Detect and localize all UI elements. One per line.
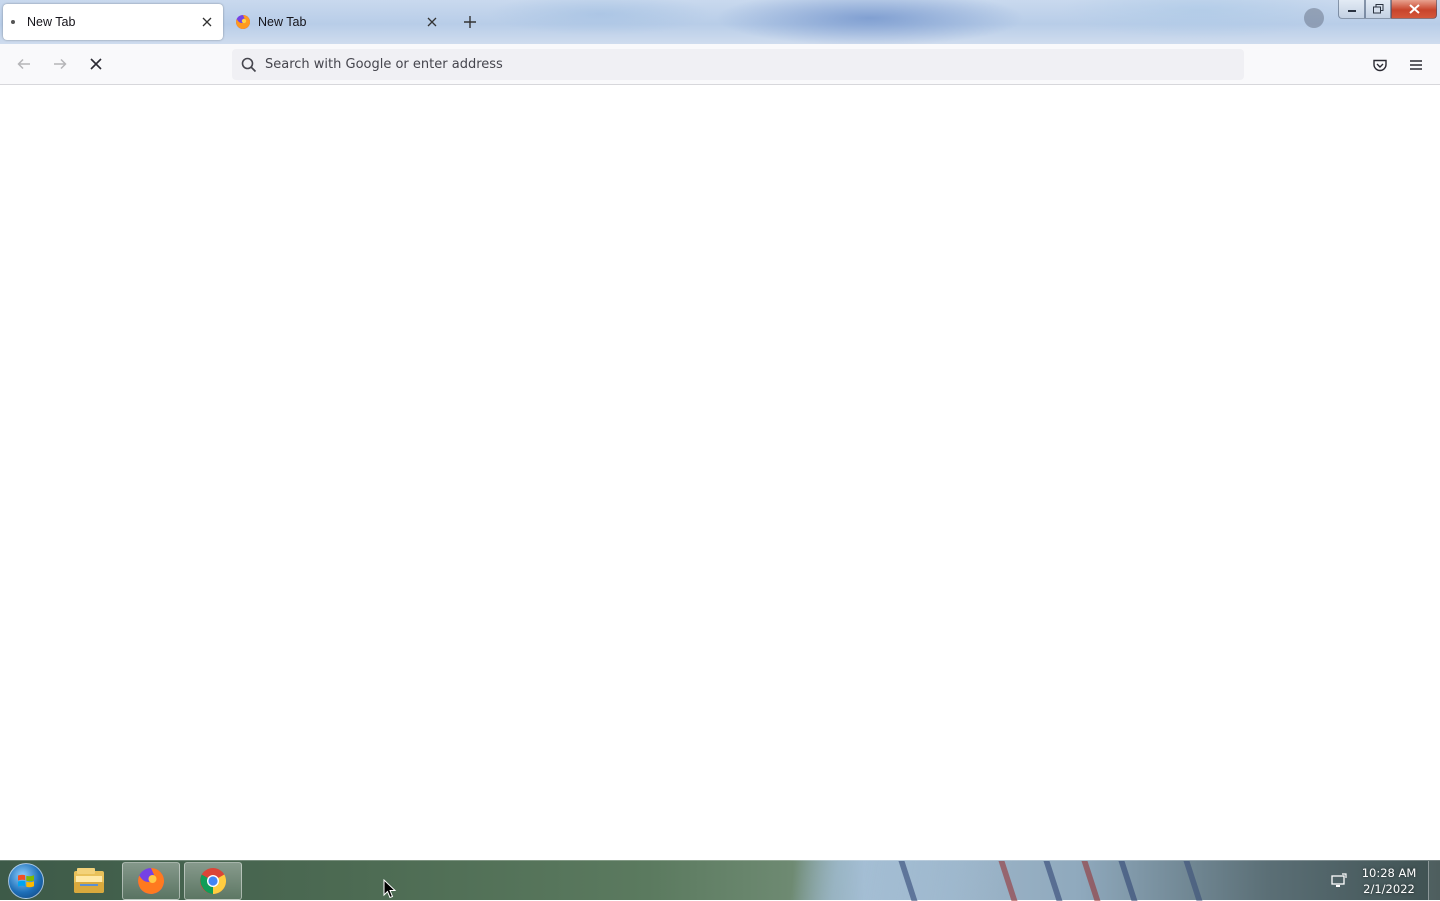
- plus-icon: [464, 16, 476, 28]
- folder-icon: [74, 868, 104, 893]
- address-bar[interactable]: [232, 49, 1244, 80]
- firefox-icon: [235, 14, 251, 30]
- tab-close-icon[interactable]: [422, 12, 442, 32]
- stop-x-icon: [90, 58, 102, 70]
- tab-new-tab[interactable]: New Tab: [228, 4, 448, 40]
- tab-label: New Tab: [27, 15, 76, 29]
- wallpaper-detail: [1081, 861, 1101, 901]
- restore-button[interactable]: [1365, 0, 1391, 19]
- wallpaper-detail: [1043, 861, 1063, 901]
- wallpaper-detail: [1118, 861, 1138, 901]
- address-input[interactable]: [265, 57, 1215, 72]
- windows-logo-icon: [8, 863, 44, 899]
- tab-strip: New Tab New Tab: [0, 0, 1440, 44]
- show-desktop-button[interactable]: [1428, 861, 1440, 901]
- chrome-icon: [200, 868, 227, 895]
- window-controls: [1338, 0, 1437, 19]
- network-icon[interactable]: [1330, 872, 1348, 890]
- pocket-icon: [1373, 59, 1387, 72]
- taskbar-explorer-button[interactable]: [60, 862, 118, 900]
- minimize-button[interactable]: [1338, 0, 1365, 19]
- page-content-blank: [0, 85, 1440, 860]
- firefox-icon: [138, 867, 165, 894]
- tab-label: New Tab: [258, 15, 307, 29]
- wallpaper-detail: [898, 861, 918, 901]
- wallpaper-detail: [1183, 861, 1203, 901]
- arrow-left-icon: [17, 58, 30, 70]
- windows-taskbar: 10:28 AM 2/1/2022: [0, 860, 1440, 901]
- tab-loading-indicator-icon: [11, 20, 15, 24]
- tab-new-tab-active[interactable]: New Tab: [3, 4, 223, 40]
- list-all-tabs-icon[interactable]: [1304, 8, 1324, 28]
- clock-time: 10:28 AM: [1361, 866, 1417, 880]
- taskbar-firefox-button[interactable]: [122, 862, 180, 900]
- navigation-toolbar: [0, 44, 1440, 85]
- back-button[interactable]: [10, 50, 38, 78]
- tab-close-icon[interactable]: [197, 12, 217, 32]
- stop-button[interactable]: [82, 50, 110, 78]
- hamburger-icon: [1410, 60, 1422, 70]
- clock-date: 2/1/2022: [1363, 882, 1415, 896]
- mouse-cursor-icon: [383, 879, 397, 899]
- start-button[interactable]: [6, 862, 46, 900]
- wallpaper-detail: [998, 861, 1018, 901]
- save-to-pocket-button[interactable]: [1366, 51, 1394, 79]
- search-icon: [241, 57, 257, 72]
- app-menu-button[interactable]: [1402, 51, 1430, 79]
- system-clock[interactable]: 10:28 AM 2/1/2022: [1352, 865, 1426, 897]
- taskbar-chrome-button[interactable]: [184, 862, 242, 900]
- close-window-button[interactable]: [1391, 0, 1437, 19]
- forward-button[interactable]: [46, 50, 74, 78]
- new-tab-button[interactable]: [458, 10, 482, 34]
- arrow-right-icon: [54, 58, 67, 70]
